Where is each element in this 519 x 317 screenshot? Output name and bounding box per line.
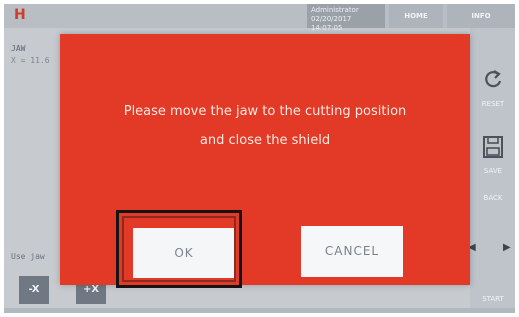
start-label[interactable]: START: [472, 295, 514, 303]
save-icon[interactable]: [482, 135, 504, 158]
dialog-message-line1: Please move the jaw to the cutting posit…: [123, 104, 407, 119]
user-status: Administrator 02/20/2017 14:07:05: [307, 4, 385, 32]
reset-label: RESET: [481, 100, 505, 108]
brand-logo: H: [14, 7, 26, 23]
reset-icon[interactable]: [482, 68, 504, 90]
save-label: SAVE: [483, 167, 503, 175]
jaw-coordinate: X = 11.6: [11, 56, 50, 65]
photo-frame: H Administrator 02/20/2017 14:07:05 HOME…: [0, 0, 519, 317]
tab-info[interactable]: INFO: [447, 4, 515, 28]
cancel-button[interactable]: CANCEL: [301, 226, 403, 277]
back-label[interactable]: BACK: [472, 194, 514, 202]
device-screen: H Administrator 02/20/2017 14:07:05 HOME…: [4, 4, 515, 313]
top-bar: H Administrator 02/20/2017 14:07:05 HOME…: [4, 4, 515, 32]
current-date: 02/20/2017: [311, 15, 352, 23]
user-name: Administrator: [311, 6, 359, 14]
tab-home[interactable]: HOME: [389, 4, 443, 28]
ok-highlight-inner-frame: [122, 216, 236, 282]
bottom-strip: [4, 308, 515, 313]
current-time: 14:07:05: [311, 24, 343, 32]
jaw-title: JAW: [11, 44, 26, 53]
minus-x-button[interactable]: -X: [19, 276, 49, 304]
dialog-message-line2: and close the shield: [199, 133, 331, 148]
hint-text: Use jaw: [11, 252, 45, 261]
arrow-right-icon[interactable]: ▶: [503, 242, 511, 253]
